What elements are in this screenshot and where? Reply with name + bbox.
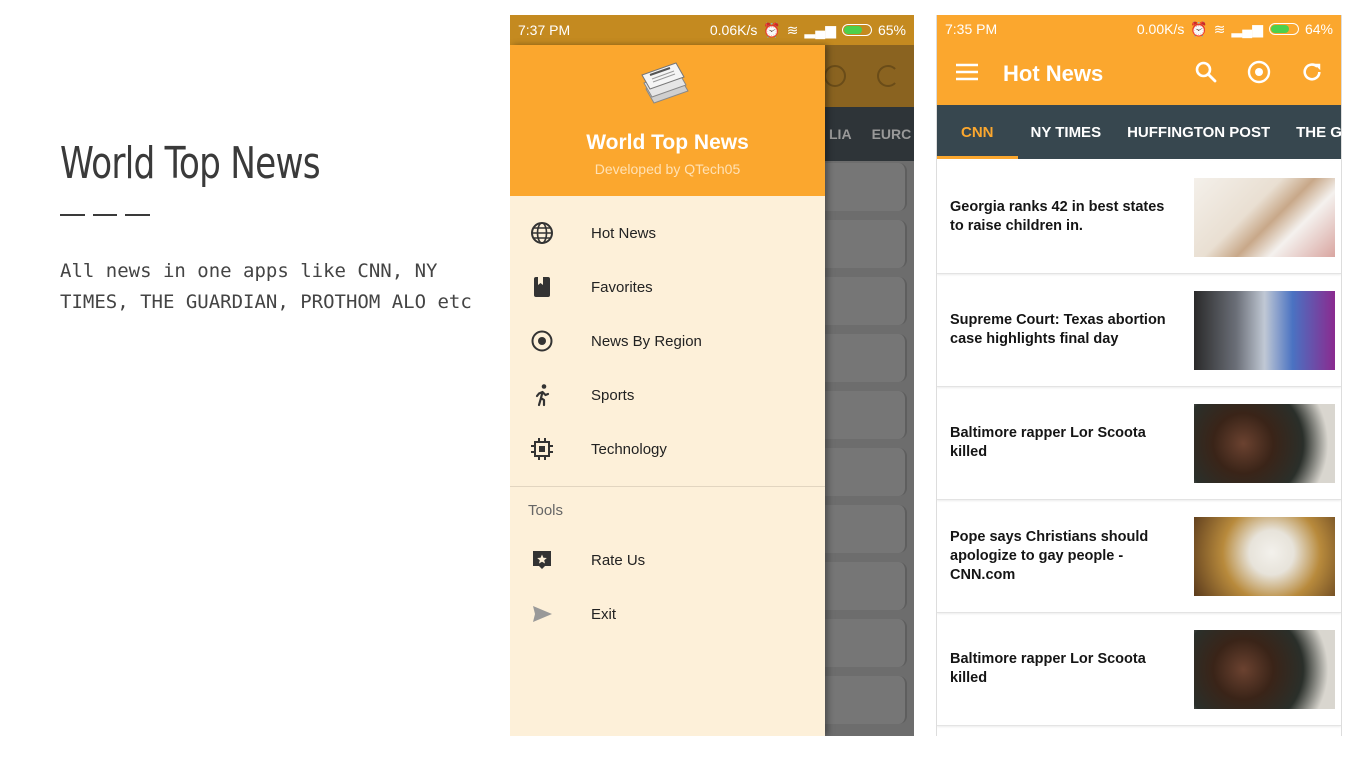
news-title: Supreme Court: Texas abortion case highl…	[950, 312, 1166, 347]
network-speed: 0.06K/s	[709, 22, 758, 38]
news-card[interactable]: Baltimore rapper Lor Scoota killed	[937, 613, 1341, 726]
drawer-app-title: World Top News	[586, 131, 749, 154]
app-bar: Hot News	[937, 43, 1341, 105]
tools-section-header: Tools	[528, 501, 564, 519]
drawer-header: World Top News Developed by QTech05	[510, 45, 825, 196]
target-icon[interactable]	[1247, 60, 1271, 89]
battery-icon	[1268, 23, 1299, 35]
menu-item-label: Technology	[591, 440, 667, 458]
battery-percent: 64%	[1304, 21, 1333, 37]
running-person-icon	[510, 383, 591, 407]
network-speed: 0.00K/s	[1136, 21, 1185, 37]
news-thumbnail	[1194, 516, 1335, 596]
background-card	[825, 163, 907, 211]
drawer-menu: Hot News Favorites News By Region Sports	[510, 196, 825, 641]
menu-item-rate-us[interactable]: Rate Us	[510, 533, 825, 587]
signal-icon: ▂▄▆	[1231, 20, 1263, 37]
rate-star-icon	[510, 548, 591, 572]
chip-icon	[510, 437, 591, 461]
status-time: 7:37 PM	[518, 22, 571, 38]
news-thumbnail	[1194, 177, 1335, 257]
status-bar: 7:35 PM 0.00K/s ⏰ ≋ ▂▄▆ 64%	[937, 15, 1341, 43]
slide-description: All news in one apps like CNN, NY TIMES,…	[60, 260, 472, 313]
news-title: Georgia ranks 42 in best states to raise…	[950, 199, 1165, 234]
menu-item-favorites[interactable]: Favorites	[510, 260, 825, 314]
background-card	[825, 334, 907, 382]
tab-cnn[interactable]: CNN	[937, 105, 1018, 159]
background-card	[825, 676, 907, 724]
status-time: 7:35 PM	[945, 21, 998, 37]
news-card[interactable]: Baltimore rapper Lor Scoota killed	[937, 387, 1341, 500]
phone-drawer-screenshot: 7:37 PM 0.06K/s ⏰ ≋ ▂▄▆ 65% LIA EURC Wor…	[510, 15, 914, 736]
battery-icon	[841, 24, 872, 36]
menu-item-sports[interactable]: Sports	[510, 368, 825, 422]
radio-target-icon	[510, 329, 591, 353]
background-card	[825, 277, 907, 325]
wifi-icon: ≋	[1213, 20, 1226, 37]
search-icon[interactable]	[1195, 61, 1217, 88]
menu-icon[interactable]	[955, 62, 979, 87]
background-card	[825, 220, 907, 268]
background-tab: EURC	[871, 126, 912, 142]
menu-item-label: Rate Us	[591, 551, 646, 569]
newspaper-icon	[641, 62, 689, 104]
news-thumbnail	[1194, 629, 1335, 709]
bookmark-icon	[510, 275, 591, 299]
send-arrow-icon	[510, 602, 591, 626]
background-card	[825, 505, 907, 553]
news-card[interactable]: Pope says Christians should apologize to…	[937, 500, 1341, 613]
tab-ny-times[interactable]: NY TIMES	[1018, 105, 1115, 159]
battery-percent: 65%	[877, 22, 906, 38]
drawer-developer: Developed by QTech05	[594, 161, 741, 177]
news-title: Baltimore rapper Lor Scoota killed	[950, 651, 1146, 686]
news-card[interactable]: Supreme Court: Texas abortion case highl…	[937, 274, 1341, 387]
signal-icon: ▂▄▆	[804, 21, 836, 38]
status-bar: 7:37 PM 0.06K/s ⏰ ≋ ▂▄▆ 65%	[510, 15, 914, 45]
background-card	[825, 391, 907, 439]
menu-item-label: Hot News	[591, 224, 657, 242]
background-tab-bar: LIA EURC	[825, 107, 914, 161]
menu-item-news-by-region[interactable]: News By Region	[510, 314, 825, 368]
wifi-icon: ≋	[786, 21, 799, 38]
menu-item-label: Exit	[591, 605, 617, 623]
title-divider	[60, 214, 151, 216]
menu-item-label: Favorites	[591, 278, 653, 296]
menu-item-label: Sports	[591, 386, 635, 404]
background-card	[825, 448, 907, 496]
menu-item-exit[interactable]: Exit	[510, 587, 825, 641]
news-list: Georgia ranks 42 in best states to raise…	[937, 159, 1341, 726]
news-card[interactable]: Georgia ranks 42 in best states to raise…	[937, 161, 1341, 274]
news-title: Pope says Christians should apologize to…	[950, 528, 1149, 583]
background-refresh-icon	[877, 65, 899, 87]
menu-item-label: News By Region	[591, 332, 702, 350]
globe-icon	[510, 221, 591, 245]
background-card	[825, 619, 907, 667]
slide-title: World Top News	[60, 138, 321, 189]
background-card	[825, 562, 907, 610]
news-thumbnail	[1194, 290, 1335, 370]
navigation-drawer: World Top News Developed by QTech05 Hot …	[510, 45, 825, 736]
tab-huffington-post[interactable]: HUFFINGTON POST	[1114, 105, 1283, 159]
phone-news-screenshot: 7:35 PM 0.00K/s ⏰ ≋ ▂▄▆ 64% Hot News CNN…	[936, 15, 1342, 736]
background-target-icon	[824, 65, 846, 87]
source-tab-bar: CNN NY TIMES HUFFINGTON POST THE G	[937, 105, 1341, 159]
alarm-icon: ⏰	[763, 21, 781, 38]
news-thumbnail	[1194, 403, 1335, 483]
news-title: Baltimore rapper Lor Scoota killed	[950, 425, 1146, 460]
menu-item-hot-news[interactable]: Hot News	[510, 206, 825, 260]
screen-title: Hot News	[1003, 61, 1104, 86]
tab-the-guardian[interactable]: THE G	[1283, 105, 1341, 159]
alarm-icon: ⏰	[1190, 20, 1208, 37]
refresh-icon[interactable]	[1301, 61, 1323, 88]
menu-item-technology[interactable]: Technology	[510, 422, 825, 476]
background-tab: LIA	[829, 126, 852, 142]
